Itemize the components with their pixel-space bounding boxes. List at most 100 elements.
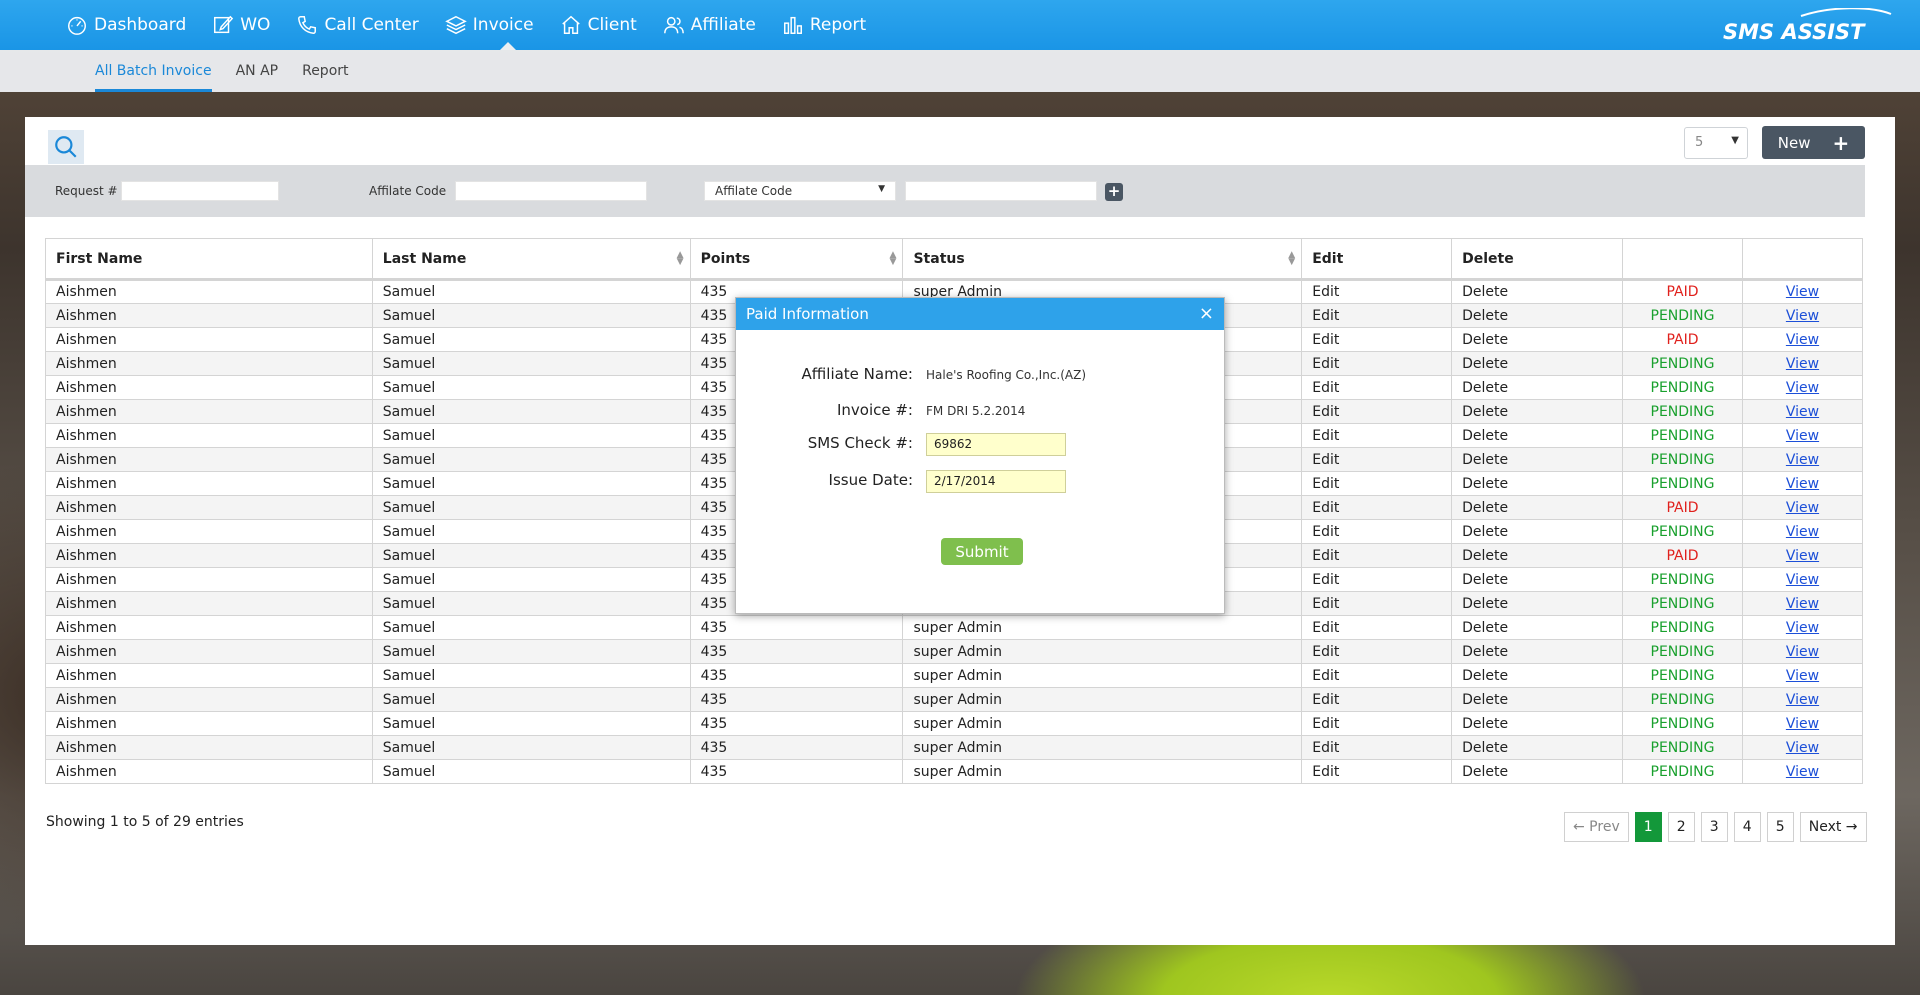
view-link[interactable]: View [1786, 764, 1819, 780]
nav-wo[interactable]: WO [208, 0, 292, 50]
edit-link[interactable]: Edit [1301, 639, 1453, 664]
new-button[interactable]: New + [1762, 126, 1865, 159]
close-icon[interactable]: × [1199, 298, 1214, 330]
paid-status-badge: PENDING [1622, 423, 1743, 448]
edit-link[interactable]: Edit [1301, 663, 1453, 688]
subnav-all-batch-invoice[interactable]: All Batch Invoice [95, 50, 212, 92]
delete-link[interactable]: Delete [1451, 639, 1624, 664]
add-filter-button[interactable]: + [1105, 183, 1123, 201]
edit-link[interactable]: Edit [1301, 351, 1453, 376]
delete-link[interactable]: Delete [1451, 687, 1624, 712]
delete-link[interactable]: Delete [1451, 591, 1624, 616]
view-link[interactable]: View [1786, 524, 1819, 540]
page-2-button[interactable]: 2 [1667, 812, 1695, 842]
edit-link[interactable]: Edit [1301, 279, 1453, 304]
delete-link[interactable]: Delete [1451, 351, 1624, 376]
view-link[interactable]: View [1786, 596, 1819, 612]
delete-link[interactable]: Delete [1451, 447, 1624, 472]
view-link[interactable]: View [1786, 740, 1819, 756]
nav-call-center[interactable]: Call Center [292, 0, 440, 50]
delete-link[interactable]: Delete [1451, 423, 1624, 448]
view-link[interactable]: View [1786, 716, 1819, 732]
edit-link[interactable]: Edit [1301, 327, 1453, 352]
edit-link[interactable]: Edit [1301, 711, 1453, 736]
first-name-cell: Aishmen [45, 519, 373, 544]
view-link[interactable]: View [1786, 284, 1819, 300]
nav-client[interactable]: Client [556, 0, 659, 50]
filter-field-select[interactable]: Affilate Code ▼ [704, 181, 896, 201]
view-link[interactable]: View [1786, 500, 1819, 516]
prev-page-button[interactable]: ← Prev [1564, 812, 1629, 842]
view-link[interactable]: View [1786, 332, 1819, 348]
header-first-name[interactable]: First Name [45, 238, 373, 281]
delete-link[interactable]: Delete [1451, 519, 1624, 544]
delete-link[interactable]: Delete [1451, 375, 1624, 400]
nav-invoice[interactable]: Invoice [441, 0, 556, 50]
sms-check-input[interactable]: 69862 [926, 433, 1066, 456]
delete-link[interactable]: Delete [1451, 663, 1624, 688]
header-last-name[interactable]: Last Name ▲ ▼ [371, 238, 691, 281]
affiliate-code-input[interactable] [455, 181, 647, 201]
delete-link[interactable]: Delete [1451, 303, 1624, 328]
edit-link[interactable]: Edit [1301, 423, 1453, 448]
page-4-button[interactable]: 4 [1733, 812, 1761, 842]
subnav-report[interactable]: Report [302, 50, 348, 92]
header-status[interactable]: Status ▲ ▼ [902, 238, 1303, 281]
edit-link[interactable]: Edit [1301, 687, 1453, 712]
delete-link[interactable]: Delete [1451, 327, 1624, 352]
view-link[interactable]: View [1786, 476, 1819, 492]
edit-link[interactable]: Edit [1301, 495, 1453, 520]
view-link[interactable]: View [1786, 620, 1819, 636]
nav-report[interactable]: Report [778, 0, 888, 50]
delete-link[interactable]: Delete [1451, 279, 1624, 304]
edit-link[interactable]: Edit [1301, 399, 1453, 424]
edit-link[interactable]: Edit [1301, 759, 1453, 784]
delete-link[interactable]: Delete [1451, 711, 1624, 736]
filter-value-input[interactable] [905, 181, 1097, 201]
edit-link[interactable]: Edit [1301, 543, 1453, 568]
submit-button[interactable]: Submit [941, 538, 1023, 565]
view-link[interactable]: View [1786, 668, 1819, 684]
view-link[interactable]: View [1786, 548, 1819, 564]
edit-link[interactable]: Edit [1301, 567, 1453, 592]
edit-link[interactable]: Edit [1301, 591, 1453, 616]
edit-link[interactable]: Edit [1301, 735, 1453, 760]
view-link[interactable]: View [1786, 404, 1819, 420]
nav-affiliate[interactable]: Affiliate [659, 0, 778, 50]
delete-link[interactable]: Delete [1451, 567, 1624, 592]
delete-link[interactable]: Delete [1451, 471, 1624, 496]
edit-link[interactable]: Edit [1301, 615, 1453, 640]
delete-link[interactable]: Delete [1451, 735, 1624, 760]
view-link[interactable]: View [1786, 356, 1819, 372]
edit-link[interactable]: Edit [1301, 447, 1453, 472]
edit-link[interactable]: Edit [1301, 471, 1453, 496]
delete-link[interactable]: Delete [1451, 759, 1624, 784]
page-5-button[interactable]: 5 [1766, 812, 1794, 842]
search-toggle-button[interactable] [48, 130, 84, 164]
delete-link[interactable]: Delete [1451, 543, 1624, 568]
delete-link[interactable]: Delete [1451, 495, 1624, 520]
sms-assist-logo[interactable]: SMS ASSIST [1721, 8, 1896, 44]
delete-link[interactable]: Delete [1451, 615, 1624, 640]
view-cell: View [1741, 711, 1864, 736]
issue-date-input[interactable]: 2/17/2014 [926, 470, 1066, 493]
edit-link[interactable]: Edit [1301, 375, 1453, 400]
view-link[interactable]: View [1786, 644, 1819, 660]
request-input[interactable] [121, 181, 279, 201]
page-size-select[interactable]: 5 ▼ [1684, 127, 1748, 159]
view-link[interactable]: View [1786, 308, 1819, 324]
edit-link[interactable]: Edit [1301, 303, 1453, 328]
view-link[interactable]: View [1786, 572, 1819, 588]
edit-link[interactable]: Edit [1301, 519, 1453, 544]
view-link[interactable]: View [1786, 380, 1819, 396]
view-link[interactable]: View [1786, 428, 1819, 444]
view-link[interactable]: View [1786, 452, 1819, 468]
delete-link[interactable]: Delete [1451, 399, 1624, 424]
next-page-button[interactable]: Next → [1799, 812, 1867, 842]
page-3-button[interactable]: 3 [1700, 812, 1728, 842]
header-points[interactable]: Points ▲ ▼ [689, 238, 904, 281]
nav-dashboard[interactable]: Dashboard [62, 0, 208, 50]
page-1-button[interactable]: 1 [1634, 812, 1662, 842]
view-link[interactable]: View [1786, 692, 1819, 708]
subnav-an-ap[interactable]: AN AP [236, 50, 279, 92]
